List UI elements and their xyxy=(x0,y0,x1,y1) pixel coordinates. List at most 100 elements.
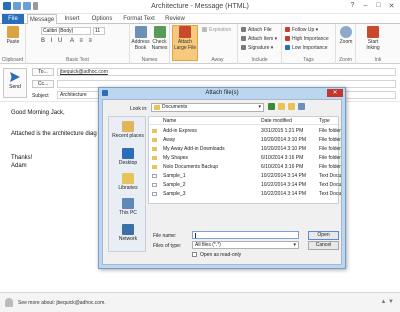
attach-item-icon xyxy=(241,36,246,42)
check-names-button[interactable]: Check Names xyxy=(150,26,169,51)
ribbon-tabs: File Message Insert Options Format Text … xyxy=(0,14,400,25)
file-row[interactable]: Nolo Documents Backup 6/10/2014 3:16 PM Fi… xyxy=(149,164,341,171)
tab-review[interactable]: Review xyxy=(162,14,188,24)
tab-options[interactable]: Options xyxy=(88,14,116,24)
dialog-close-button[interactable]: ✕ xyxy=(327,89,343,97)
to-button[interactable]: To... xyxy=(32,68,54,76)
avatar xyxy=(5,298,13,307)
away-group: Expiration Away xyxy=(198,24,238,64)
minimize-button[interactable]: – xyxy=(361,2,370,10)
format-buttons[interactable]: B I U xyxy=(41,38,64,44)
tab-format-text[interactable]: Format Text xyxy=(120,14,158,24)
read-only-label: Open as read-only xyxy=(200,252,242,258)
column-date[interactable]: Date modified xyxy=(261,118,292,124)
font-size-select[interactable]: 11 xyxy=(93,27,105,35)
look-in-select[interactable]: Documents ▾ xyxy=(151,103,264,112)
attach-file-button[interactable]: Attach File xyxy=(241,27,272,33)
people-pane-toggle[interactable]: ▲ ▼ xyxy=(380,299,394,305)
body-line: Attached is the architecture diag xyxy=(11,131,97,137)
include-group: Attach File Attach Item ▾ Signature ▾ In… xyxy=(238,24,282,64)
text-document-icon xyxy=(152,183,157,187)
to-recipient[interactable]: jbequick@adhoc.com xyxy=(60,69,108,75)
new-folder-icon[interactable] xyxy=(288,103,295,110)
file-type-select[interactable]: All files (*.*) ▾ xyxy=(192,241,299,249)
paste-button[interactable]: Paste xyxy=(2,26,24,45)
clipboard-group: Paste Clipboard xyxy=(0,24,26,64)
chevron-down-icon: ▾ xyxy=(258,104,261,110)
folder-icon xyxy=(152,165,157,169)
desktop-icon xyxy=(122,148,134,159)
column-type[interactable]: Type xyxy=(319,118,330,124)
address-book-button[interactable]: Address Book xyxy=(131,26,150,51)
place-desktop[interactable]: Desktop xyxy=(109,148,147,166)
expiration-icon xyxy=(202,27,207,33)
place-network[interactable]: Network xyxy=(109,224,147,242)
pen-icon xyxy=(367,26,379,38)
send-icon xyxy=(10,72,20,82)
zoom-group: Zoom Zoom xyxy=(336,24,356,64)
start-inking-button[interactable]: Start Inking xyxy=(362,26,384,51)
cc-button[interactable]: Cc... xyxy=(32,80,54,88)
close-window-button[interactable]: ✕ xyxy=(387,2,396,10)
signature-button[interactable]: Signature ▾ xyxy=(241,45,273,51)
tab-file[interactable]: File xyxy=(2,14,24,24)
file-type-label: Files of type: xyxy=(153,243,182,249)
tab-insert[interactable]: Insert xyxy=(60,14,84,24)
list-buttons[interactable]: A ≡ ≡ xyxy=(70,38,94,44)
high-importance-button[interactable]: High Importance xyxy=(285,36,329,42)
back-icon[interactable] xyxy=(268,103,275,110)
expiration-button[interactable]: Expiration xyxy=(202,27,231,33)
send-button[interactable]: Send xyxy=(3,68,27,98)
folder-icon xyxy=(152,147,157,151)
attach-file-icon xyxy=(241,27,246,33)
computer-icon xyxy=(122,198,134,209)
tags-group-label: Tags xyxy=(303,57,314,63)
folder-icon xyxy=(152,129,157,133)
see-more-text[interactable]: See more about: jbequick@adhoc.com. xyxy=(18,300,106,306)
file-row[interactable]: My Away Add-in Downloads 10/20/2014 3:10 … xyxy=(149,146,341,153)
file-row[interactable]: Sample_1 10/22/2014 3:14 PM Text Docu xyxy=(149,173,341,180)
dialog-toolbar xyxy=(268,103,305,110)
file-name-input[interactable] xyxy=(192,231,299,239)
view-menu-icon[interactable] xyxy=(298,103,305,110)
tags-group: Follow Up ▾ High Importance Low Importan… xyxy=(282,24,336,64)
ink-group-label: Ink xyxy=(374,57,382,63)
folder-icon xyxy=(154,105,160,110)
flag-icon xyxy=(285,27,290,33)
signature-icon xyxy=(241,45,246,51)
zoom-group-label: Zoom xyxy=(339,57,352,63)
column-name[interactable]: Name xyxy=(163,118,176,124)
file-row[interactable]: Sample_3 10/22/2014 3:14 PM Text Docu xyxy=(149,191,341,198)
file-row[interactable]: Sample_2 10/22/2014 3:14 PM Text Docu xyxy=(149,182,341,189)
folder-icon xyxy=(152,138,157,142)
file-row[interactable]: Add-in Express 3/31/2015 1:21 PM File fold… xyxy=(149,128,341,135)
to-field[interactable]: jbequick@adhoc.com xyxy=(57,68,396,76)
attach-file-dialog: Attach file(s) ✕ Look in: Documents ▾ Re… xyxy=(98,87,346,269)
place-this-pc[interactable]: This PC xyxy=(109,198,147,216)
file-list: Name Date modified Type Add-in Express 3/… xyxy=(148,116,341,204)
dialog-content: Look in: Documents ▾ Recent places Deskt… xyxy=(102,99,342,265)
dialog-title: Attach file(s) xyxy=(205,90,239,96)
high-importance-icon xyxy=(285,36,290,42)
low-importance-button[interactable]: Low Importance xyxy=(285,45,328,51)
attach-large-file-label: Attach Large File xyxy=(172,26,198,51)
open-button[interactable]: Open xyxy=(308,231,339,240)
check-names-icon xyxy=(153,26,166,38)
zoom-button[interactable]: Zoom xyxy=(338,26,354,45)
file-row[interactable]: My Shapes 6/10/2014 3:16 PM File folder xyxy=(149,155,341,162)
read-only-checkbox[interactable] xyxy=(192,252,197,257)
attach-item-button[interactable]: Attach Item ▾ xyxy=(241,36,277,42)
text-document-icon xyxy=(152,192,157,196)
cancel-button[interactable]: Cancel xyxy=(308,241,339,250)
file-row[interactable]: Away 10/20/2014 3:10 PM File folder xyxy=(149,137,341,144)
place-libraries[interactable]: Libraries xyxy=(109,173,147,191)
names-group: Address Book Check Names Names xyxy=(130,24,170,64)
place-recent[interactable]: Recent places xyxy=(109,121,147,139)
font-name-select[interactable]: Calibri (Body) xyxy=(41,27,91,35)
up-folder-icon[interactable] xyxy=(278,103,285,110)
maximize-button[interactable]: □ xyxy=(374,2,383,10)
help-button[interactable]: ? xyxy=(348,2,357,10)
recent-places-icon xyxy=(122,121,134,132)
basic-text-group-label: Basic Text xyxy=(66,57,89,63)
follow-up-button[interactable]: Follow Up ▾ xyxy=(285,27,318,33)
